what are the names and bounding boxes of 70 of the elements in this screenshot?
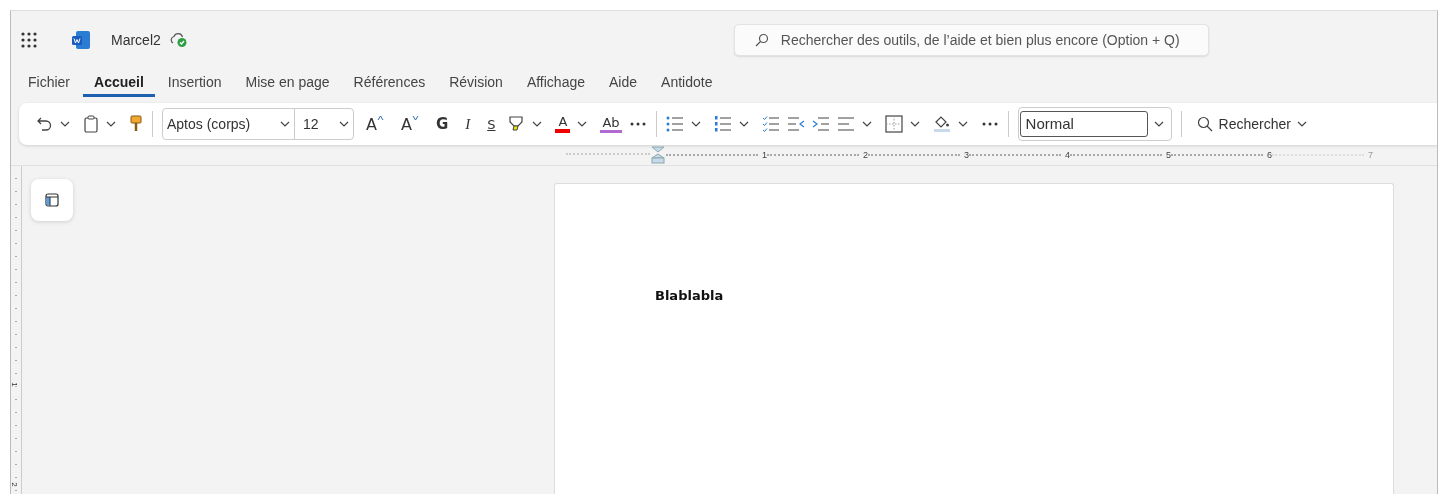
borders-icon[interactable] — [884, 115, 903, 133]
caret-icon[interactable] — [957, 119, 968, 129]
navigation-pane-button[interactable] — [31, 179, 73, 221]
highlighter-icon[interactable] — [507, 115, 526, 133]
search-icon — [754, 33, 769, 47]
grow-font-button[interactable]: A — [361, 114, 389, 134]
up-caret-icon — [376, 114, 384, 121]
caret-icon[interactable] — [532, 119, 543, 129]
caret-icon[interactable] — [60, 119, 70, 129]
down-caret-icon — [411, 114, 419, 121]
increase-indent-icon[interactable] — [811, 116, 830, 132]
font-dropdown[interactable]: Aptos (corps) — [163, 109, 295, 139]
clipboard-icon[interactable] — [83, 115, 99, 133]
more-icon[interactable] — [628, 121, 647, 127]
search-field[interactable]: Rechercher des outils, de l’aide et bien plus encore (Option + Q) — [733, 24, 1209, 56]
indent-marker-icon[interactable] — [651, 146, 665, 164]
app-launcher-icon[interactable] — [21, 32, 37, 48]
numbered-list-icon[interactable] — [713, 115, 732, 133]
clear-formatting-button[interactable]: Ab — [600, 115, 622, 133]
bold-button[interactable]: G — [430, 115, 454, 133]
undo-icon[interactable] — [35, 115, 53, 133]
ruler-number: 6 — [1267, 150, 1272, 160]
shrink-font-button[interactable]: A — [395, 114, 424, 134]
find-button[interactable]: Rechercher — [1190, 115, 1313, 133]
font-color-button[interactable]: A — [555, 115, 571, 133]
caret-icon[interactable] — [577, 119, 588, 129]
align-left-icon[interactable] — [836, 116, 855, 132]
caret-icon[interactable] — [106, 119, 116, 129]
checklist-icon[interactable] — [761, 115, 780, 133]
ruler-number: 2 — [11, 482, 19, 487]
ribbon-tab[interactable]: Affichage — [515, 69, 596, 97]
side-panel-icon — [45, 193, 59, 207]
style-name[interactable]: Normal — [1019, 111, 1148, 137]
decrease-indent-icon[interactable] — [786, 116, 805, 132]
caret-icon — [339, 119, 349, 129]
ruler-number: 1 — [11, 382, 19, 387]
caret-icon[interactable] — [1153, 119, 1164, 129]
bullet-list-icon[interactable] — [665, 116, 684, 132]
ribbon-tab[interactable]: Mise en page — [234, 69, 341, 97]
caret-icon[interactable] — [909, 119, 920, 129]
caret-icon[interactable] — [738, 119, 749, 129]
ruler-number: 2 — [863, 150, 868, 160]
style-dropdown[interactable]: Normal — [1017, 107, 1172, 141]
paintbrush-icon[interactable] — [129, 115, 143, 133]
more-icon[interactable] — [980, 121, 999, 127]
ribbon-tab[interactable]: Fichier — [17, 69, 81, 97]
caret-icon[interactable] — [690, 119, 701, 129]
ruler-number: 1 — [762, 150, 767, 160]
search-icon — [1196, 116, 1213, 132]
ribbon-tab[interactable]: Antidote — [650, 69, 724, 97]
caret-icon — [1296, 119, 1307, 129]
ruler-number: 3 — [964, 150, 969, 160]
cloud-saved-icon[interactable] — [168, 32, 189, 48]
caret-icon[interactable] — [861, 119, 872, 129]
ribbon-tab[interactable]: Accueil — [83, 69, 155, 97]
document-text: Blablabla — [655, 288, 725, 303]
italic-button[interactable]: I — [460, 115, 476, 133]
ruler-number: 7 — [1368, 150, 1373, 160]
underline-button[interactable]: S — [482, 116, 501, 132]
document-title[interactable]: Marcel2 — [111, 32, 161, 48]
paint-bucket-icon[interactable] — [932, 115, 951, 133]
caret-icon — [280, 119, 290, 129]
ruler-number: 4 — [1065, 150, 1070, 160]
ribbon-tab[interactable]: Aide — [598, 69, 649, 97]
ribbon-tab[interactable]: Révision — [438, 69, 514, 97]
ribbon-tab[interactable]: Références — [342, 69, 437, 97]
ribbon-tab[interactable]: Insertion — [156, 69, 233, 97]
ruler-number: 5 — [1166, 150, 1171, 160]
word-logo-icon[interactable] — [71, 30, 91, 50]
font-size-dropdown[interactable]: 12 — [295, 109, 353, 139]
